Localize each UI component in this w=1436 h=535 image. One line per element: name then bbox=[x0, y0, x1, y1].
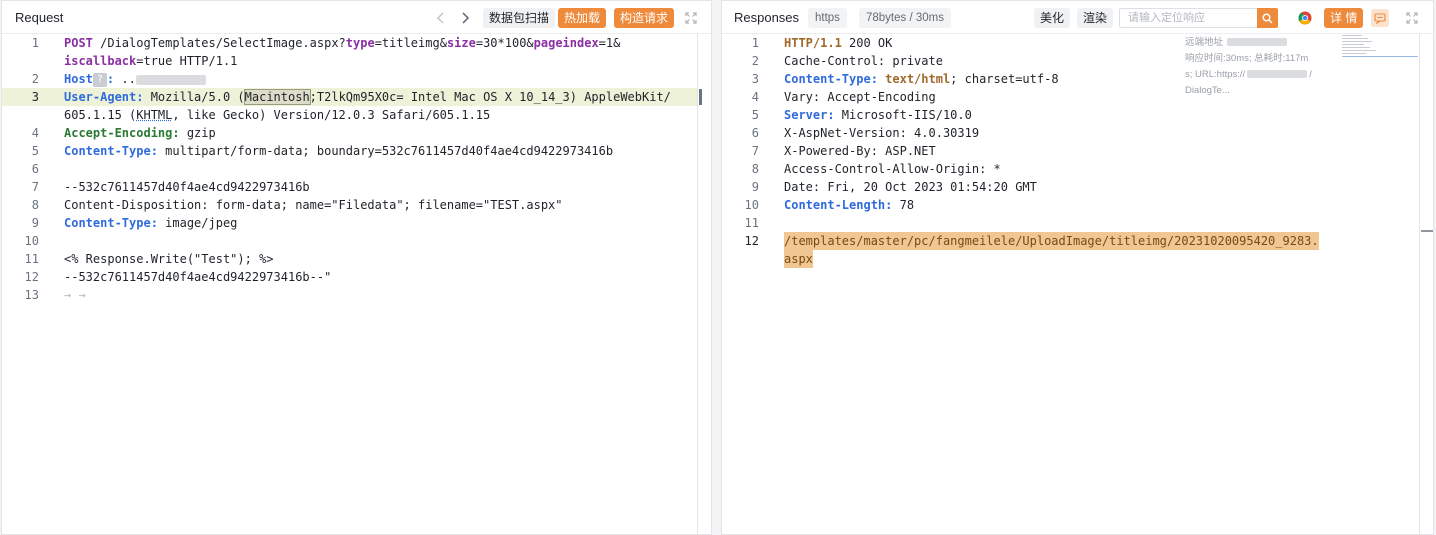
request-line: 8 Content-Disposition: form-data; name="… bbox=[31, 198, 563, 212]
request-panel: Request 数据包扫描 热加载 构造请求 1 POST /DialogTem… bbox=[1, 0, 712, 535]
expand-icon[interactable] bbox=[1403, 9, 1421, 27]
request-line: iscallback=true HTTP/1.1 bbox=[64, 54, 238, 68]
response-body-ext: aspx bbox=[784, 250, 813, 268]
response-info: 远端地址 响应时间:30ms; 总耗时:117m s; URL:https://… bbox=[1185, 35, 1335, 99]
response-line: 5 Server: Microsoft-IIS/10.0 bbox=[751, 108, 972, 122]
response-body-path: /templates/master/pc/fangmeilele/UploadI… bbox=[784, 232, 1319, 250]
request-line: 1 POST /DialogTemplates/SelectImage.aspx… bbox=[31, 36, 621, 50]
protocol-badge: https bbox=[808, 8, 847, 28]
chevron-right-icon[interactable] bbox=[456, 9, 474, 27]
help-icon[interactable]: ? bbox=[92, 72, 107, 87]
minimap[interactable] bbox=[1342, 33, 1420, 63]
packet-scan-button[interactable]: 数据包扫描 bbox=[483, 8, 556, 28]
url-label: s; URL:https:// bbox=[1185, 69, 1246, 80]
details-button[interactable]: 详 情 bbox=[1324, 8, 1364, 28]
redacted-ip bbox=[1227, 38, 1288, 47]
response-title: Responses bbox=[734, 10, 800, 25]
response-line: 8 Access-Control-Allow-Origin: * bbox=[751, 162, 1001, 176]
scroll-thumb[interactable] bbox=[699, 89, 702, 105]
locate-response-input[interactable] bbox=[1119, 8, 1257, 28]
request-toolbar: Request 数据包扫描 热加载 构造请求 bbox=[2, 1, 711, 34]
response-line: 11 bbox=[744, 216, 759, 230]
request-line: 2 Host?: .. bbox=[2, 70, 697, 88]
request-line-active: 3 User-Agent: Mozilla/5.0 (Macintosh;T2l… bbox=[2, 88, 697, 106]
search-button[interactable] bbox=[1257, 8, 1278, 28]
request-line: 6 bbox=[31, 162, 39, 176]
request-title: Request bbox=[15, 10, 64, 25]
remote-address-label: 远端地址 bbox=[1185, 37, 1224, 48]
expand-icon[interactable] bbox=[682, 9, 700, 27]
scroll-marker bbox=[1421, 230, 1433, 232]
request-line: 4 Accept-Encoding: gzip bbox=[31, 126, 216, 140]
response-line-active: 12 /templates/master/pc/fangmeilele/Uplo… bbox=[744, 232, 1319, 250]
selected-text: Macintosh bbox=[243, 89, 311, 105]
request-line: 605.1.15 (KHTML, like Gecko) Version/12.… bbox=[64, 108, 491, 122]
timing-info: 响应时间:30ms; 总耗时:117m bbox=[1185, 53, 1309, 64]
search-icon bbox=[1262, 12, 1273, 24]
redacted-host bbox=[135, 74, 206, 85]
response-panel: Responses https 78bytes / 30ms 美化 渲染 详 情 bbox=[721, 0, 1434, 535]
request-line: 11 <% Response.Write("Test"); %> bbox=[24, 252, 274, 266]
beautify-button[interactable]: 美化 bbox=[1034, 8, 1071, 28]
request-scrollbar[interactable] bbox=[697, 34, 711, 534]
chrome-icon[interactable] bbox=[1296, 9, 1314, 27]
chevron-left-icon[interactable] bbox=[432, 9, 450, 27]
request-editor[interactable]: 1 POST /DialogTemplates/SelectImage.aspx… bbox=[2, 34, 711, 534]
request-line: 13 → → bbox=[24, 288, 86, 302]
render-button[interactable]: 渲染 bbox=[1077, 8, 1114, 28]
response-line: 7 X-Powered-By: ASP.NET bbox=[751, 144, 936, 158]
request-line: 10 bbox=[24, 234, 39, 248]
whitespace-arrows: → → bbox=[64, 288, 86, 302]
response-toolbar: Responses https 78bytes / 30ms 美化 渲染 详 情 bbox=[722, 1, 1433, 34]
comment-icon[interactable] bbox=[1371, 9, 1389, 27]
request-line: 7 --532c7611457d40f4ae4cd9422973416b bbox=[31, 180, 310, 194]
size-time-badge: 78bytes / 30ms bbox=[859, 8, 951, 28]
redacted-url bbox=[1247, 70, 1308, 79]
response-line: 9 Date: Fri, 20 Oct 2023 01:54:20 GMT bbox=[751, 180, 1037, 194]
hot-load-button[interactable]: 热加载 bbox=[558, 8, 607, 28]
request-line: 12 --532c7611457d40f4ae4cd9422973416b--" bbox=[24, 270, 332, 284]
response-editor[interactable]: 1 HTTP/1.1 200 OK 2 Cache-Control: priva… bbox=[722, 34, 1433, 534]
request-line: 9 Content-Type: image/jpeg bbox=[31, 216, 238, 230]
url-path-info: DialogTe... bbox=[1185, 85, 1230, 96]
response-scrollbar[interactable] bbox=[1419, 34, 1433, 534]
response-line: 10 Content-Length: 78 bbox=[744, 198, 915, 212]
response-line: 6 X-AspNet-Version: 4.0.30319 bbox=[751, 126, 980, 140]
build-request-button[interactable]: 构造请求 bbox=[614, 8, 675, 28]
response-line: aspx bbox=[722, 250, 1419, 268]
request-line: 5 Content-Type: multipart/form-data; bou… bbox=[31, 144, 614, 158]
